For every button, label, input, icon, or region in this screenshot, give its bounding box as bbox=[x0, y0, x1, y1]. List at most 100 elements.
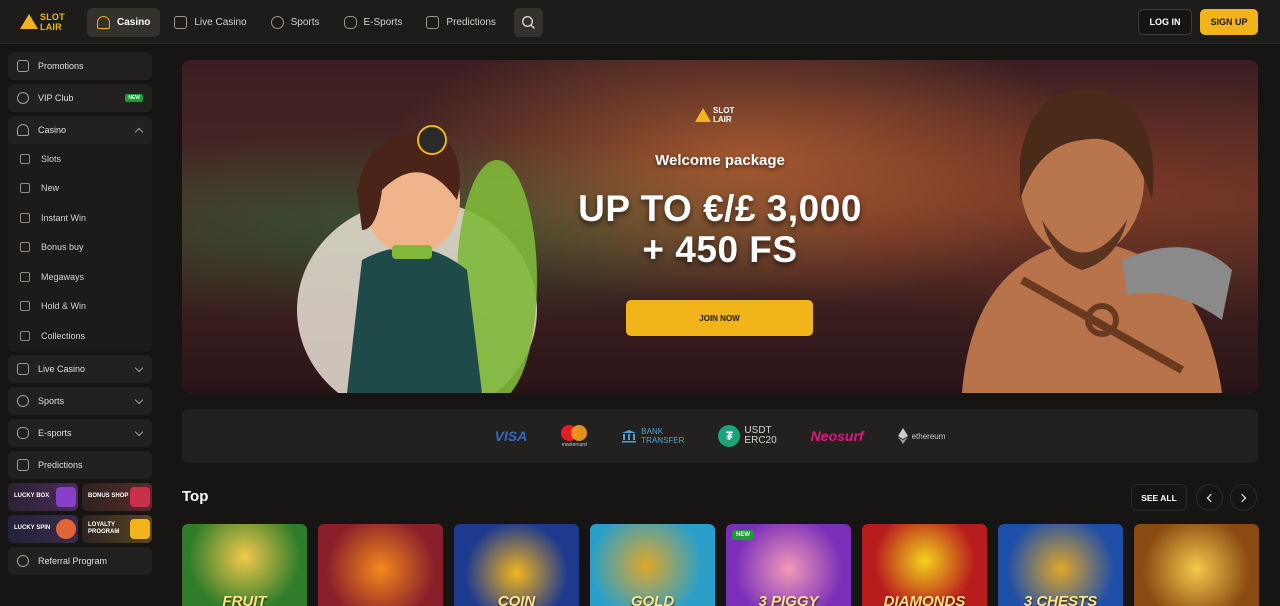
logo-line1: SLOT bbox=[40, 12, 65, 22]
trophy-icon bbox=[130, 518, 150, 539]
rocket-icon bbox=[20, 212, 30, 223]
tile-label: LUCKY BOX bbox=[14, 493, 50, 499]
nav-esports[interactable]: E-Sports bbox=[334, 8, 413, 37]
sidebar-subitem-slots[interactable]: Slots bbox=[8, 144, 152, 174]
hold-win-icon bbox=[20, 301, 30, 312]
ethereum-logo: ethereum bbox=[897, 428, 946, 444]
sidebar-item-predictions[interactable]: Predictions bbox=[8, 450, 152, 479]
nav-live-casino[interactable]: Live Casino bbox=[164, 8, 256, 37]
mastercard-logo: mastercard bbox=[561, 424, 588, 448]
sidebar-subitem-collections[interactable]: Collections bbox=[8, 321, 152, 351]
sidebar-subitem-label: Collections bbox=[41, 330, 86, 341]
top-games-carousel: FRUIT COIN GOLD NEW 3 PIGGY DIAMONDS 3 CH… bbox=[182, 524, 1259, 606]
slotlair-logo[interactable]: SLOT LAIR bbox=[20, 11, 72, 33]
megaways-icon bbox=[20, 271, 30, 282]
sidebar-subitem-bonus-buy[interactable]: Bonus buy bbox=[8, 233, 152, 263]
chevron-right-icon bbox=[1237, 493, 1247, 502]
sidebar-item-sports[interactable]: Sports bbox=[8, 386, 152, 415]
sidebar-item-label: Predictions bbox=[38, 459, 83, 470]
gift-icon bbox=[17, 60, 29, 72]
sidebar-item-casino[interactable]: Casino bbox=[8, 116, 152, 144]
ethereum-label: ethereum bbox=[911, 431, 946, 441]
sidebar-item-live-casino[interactable]: Live Casino bbox=[8, 354, 152, 383]
signup-button[interactable]: SIGN UP bbox=[1200, 9, 1258, 35]
sidebar-item-label: Live Casino bbox=[38, 363, 86, 374]
new-badge: NEW bbox=[125, 94, 143, 102]
bonus-shop-tile[interactable]: BONUS SHOP bbox=[82, 482, 152, 511]
nav-sports-label: Sports bbox=[290, 17, 320, 28]
sidebar-item-label: Sports bbox=[38, 395, 65, 406]
game-tile[interactable] bbox=[1134, 524, 1259, 606]
ethereum-icon bbox=[897, 428, 908, 444]
hero-logo: SLOT LAIR bbox=[695, 104, 747, 126]
hero-banner[interactable]: SLOT LAIR Welcome package UP TO €/£ 3,000… bbox=[182, 60, 1258, 393]
lucky-spin-tile[interactable]: LUCKY SPIN bbox=[8, 514, 78, 543]
sidebar-item-label: VIP Club bbox=[38, 93, 74, 103]
logo-mark-icon bbox=[20, 14, 38, 29]
game-tile[interactable]: GOLD bbox=[590, 524, 715, 606]
sidebar-item-vip[interactable]: VIP Club NEW bbox=[8, 84, 152, 112]
hero-subtitle: Welcome package bbox=[655, 152, 785, 169]
collections-icon bbox=[20, 330, 30, 341]
tile-label: LUCKY SPIN bbox=[14, 525, 51, 531]
game-tile[interactable]: FRUIT bbox=[182, 524, 307, 606]
usdt-erc20-logo: ₮ USDT ERC20 bbox=[718, 425, 777, 447]
chevron-down-icon bbox=[134, 395, 144, 404]
payment-methods-bar: VISA mastercard BANK TRANSFER ₮ USDT ERC20… bbox=[182, 409, 1258, 463]
game-title: 3 CHESTS bbox=[1023, 593, 1098, 606]
see-all-button[interactable]: SEE ALL bbox=[1131, 484, 1187, 511]
sidebar-item-label: Casino bbox=[38, 125, 67, 135]
lucky-box-tile[interactable]: LUCKY BOX bbox=[8, 482, 78, 511]
game-title: GOLD bbox=[630, 593, 675, 606]
sidebar-subitem-instant-win[interactable]: Instant Win bbox=[8, 203, 152, 233]
game-title: 3 PIGGY bbox=[758, 593, 819, 606]
live-casino-icon bbox=[17, 362, 29, 375]
sports-icon bbox=[17, 394, 29, 407]
sidebar-subitem-label: Slots bbox=[41, 153, 62, 164]
sidebar-subitem-hold-win[interactable]: Hold & Win bbox=[8, 292, 152, 322]
lightning-icon bbox=[20, 183, 30, 194]
referral-icon bbox=[17, 554, 29, 567]
sidebar-subitem-label: New bbox=[41, 183, 60, 194]
sidebar-subitem-new[interactable]: New bbox=[8, 174, 152, 204]
game-tile[interactable]: 3 CHESTS bbox=[998, 524, 1123, 606]
game-title: FRUIT bbox=[222, 593, 267, 606]
sidebar-subitem-megaways[interactable]: Megaways bbox=[8, 262, 152, 292]
esports-icon bbox=[343, 16, 357, 29]
nav-predictions[interactable]: Predictions bbox=[416, 8, 505, 37]
nav-sports[interactable]: Sports bbox=[261, 8, 330, 37]
tile-label: BONUS SHOP bbox=[88, 493, 129, 499]
visa-logo: VISA bbox=[494, 428, 528, 444]
sidebar-subitem-label: Bonus buy bbox=[41, 242, 84, 253]
casino-icon bbox=[97, 16, 110, 29]
search-button[interactable] bbox=[513, 8, 543, 37]
nav-casino[interactable]: Casino bbox=[87, 8, 161, 37]
bank-label-2: TRANSFER bbox=[641, 436, 685, 445]
login-button[interactable]: LOG IN bbox=[1138, 9, 1192, 35]
game-tile[interactable] bbox=[318, 524, 443, 606]
sidebar-item-label: Referral Program bbox=[38, 555, 108, 566]
nav-esports-label: E-Sports bbox=[363, 17, 403, 28]
promo-tiles: LUCKY BOX BONUS SHOP LUCKY SPIN LOYALTY … bbox=[8, 482, 152, 543]
prev-arrow-button[interactable] bbox=[1196, 484, 1223, 511]
main-nav: Casino Live Casino Sports E-Sports Predi… bbox=[87, 8, 543, 37]
game-tile[interactable]: DIAMONDS bbox=[862, 524, 987, 606]
sidebar-item-promotions[interactable]: Promotions bbox=[8, 52, 152, 80]
top-bar: SLOT LAIR Casino Live Casino Sports E-Spo… bbox=[0, 0, 1280, 44]
game-tile[interactable]: COIN bbox=[454, 524, 579, 606]
game-tile[interactable]: NEW 3 PIGGY bbox=[726, 524, 851, 606]
sidebar-item-referral[interactable]: Referral Program bbox=[8, 546, 152, 575]
search-icon bbox=[521, 15, 535, 29]
sidebar-item-esports[interactable]: E-sports bbox=[8, 418, 152, 447]
hero-logo-line2: LAIR bbox=[713, 115, 732, 124]
bonus-buy-icon bbox=[20, 242, 30, 253]
shop-icon bbox=[130, 486, 150, 507]
loyalty-program-tile[interactable]: LOYALTY PROGRAM bbox=[82, 514, 152, 543]
chevron-down-icon bbox=[134, 363, 144, 372]
game-title: COIN bbox=[497, 593, 536, 606]
join-now-button[interactable]: JOIN NOW bbox=[626, 300, 813, 336]
next-arrow-button[interactable] bbox=[1230, 484, 1257, 511]
sports-icon bbox=[270, 16, 284, 29]
tether-icon: ₮ bbox=[718, 425, 741, 447]
bank-label-1: BANK bbox=[641, 427, 664, 436]
